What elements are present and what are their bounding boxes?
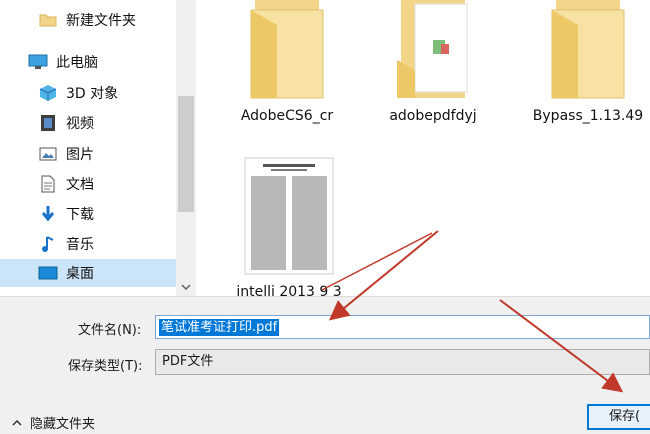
save-button[interactable]: 保存( [587,404,650,430]
filetype-value: PDF文件 [162,354,214,369]
folder-icon [526,0,650,104]
nav-scrollbar[interactable] [176,0,196,296]
hide-folders-label: 隐藏文件夹 [30,417,96,432]
file-name: AdobeCS6_cr [240,108,334,124]
nav-item-documents[interactable]: 文档 [0,170,176,198]
nav-item-new-folder[interactable]: 新建文件夹 [0,6,176,34]
nav-item-downloads[interactable]: 下载 [0,200,176,228]
file-item-folder[interactable]: AdobeCS6_cr [232,0,342,124]
nav-item-label: 3D 对象 [66,86,119,102]
chevron-up-icon [12,415,22,430]
download-icon [38,205,58,223]
nav-item-label: 下载 [66,207,94,223]
nav-item-3d-objects[interactable]: 3D 对象 [0,79,176,107]
computer-icon [28,53,48,71]
desktop-icon [38,264,58,282]
music-icon [38,235,58,253]
filename-selected-text[interactable]: 笔试准考证打印.pdf [159,319,280,336]
cube-3d-icon [38,84,58,102]
nav-item-label: 桌面 [66,266,94,282]
filename-input[interactable]: 笔试准考证打印.pdf [155,315,650,339]
file-item-pdf[interactable]: intelli 2013 9 3 [224,156,354,300]
file-name: adobepdfdyj [389,108,477,124]
file-name: Bypass_1.13.49 [532,108,644,124]
nav-item-label: 图片 [66,147,94,163]
file-item-folder[interactable]: Bypass_1.13.49 [526,0,650,124]
nav-item-this-pc[interactable]: 此电脑 [0,48,176,76]
nav-item-videos[interactable]: 视频 [0,109,176,137]
filetype-label: 保存类型(T): [68,359,143,374]
nav-item-label: 音乐 [66,237,94,253]
filename-label: 文件名(N): [78,323,142,338]
hide-folders-toggle[interactable]: 隐藏文件夹 [12,413,95,432]
nav-item-music[interactable]: 音乐 [0,230,176,258]
document-icon [38,175,58,193]
nav-item-label: 文档 [66,177,94,193]
save-dialog-footer: 文件名(N): 笔试准考证打印.pdf 保存类型(T): PDF文件 隐藏文件夹… [0,296,650,434]
nav-item-desktop[interactable]: 桌面 [0,259,176,287]
file-item-folder[interactable]: adobepdfdyj [378,0,488,124]
pdf-document-icon [224,156,354,280]
video-icon [38,114,58,132]
nav-item-label: 视频 [66,116,94,132]
folder-icon [232,0,342,104]
file-list: AdobeCS6_cr adobepdfdyj Bypass_1.13.49 i… [196,0,650,300]
scroll-down-arrow-icon[interactable] [176,278,196,296]
nav-item-label: 此电脑 [56,55,98,71]
nav-item-pictures[interactable]: 图片 [0,140,176,168]
filetype-select[interactable]: PDF文件 [155,349,650,375]
picture-icon [38,145,58,163]
folder-with-document-icon [378,0,488,104]
folder-icon [38,11,58,29]
nav-item-label: 新建文件夹 [66,13,136,29]
navigation-pane: 新建文件夹 此电脑 3D 对象 视频 图片 文档 下载 音乐 桌面 [0,0,176,296]
scrollbar-thumb[interactable] [178,96,194,212]
